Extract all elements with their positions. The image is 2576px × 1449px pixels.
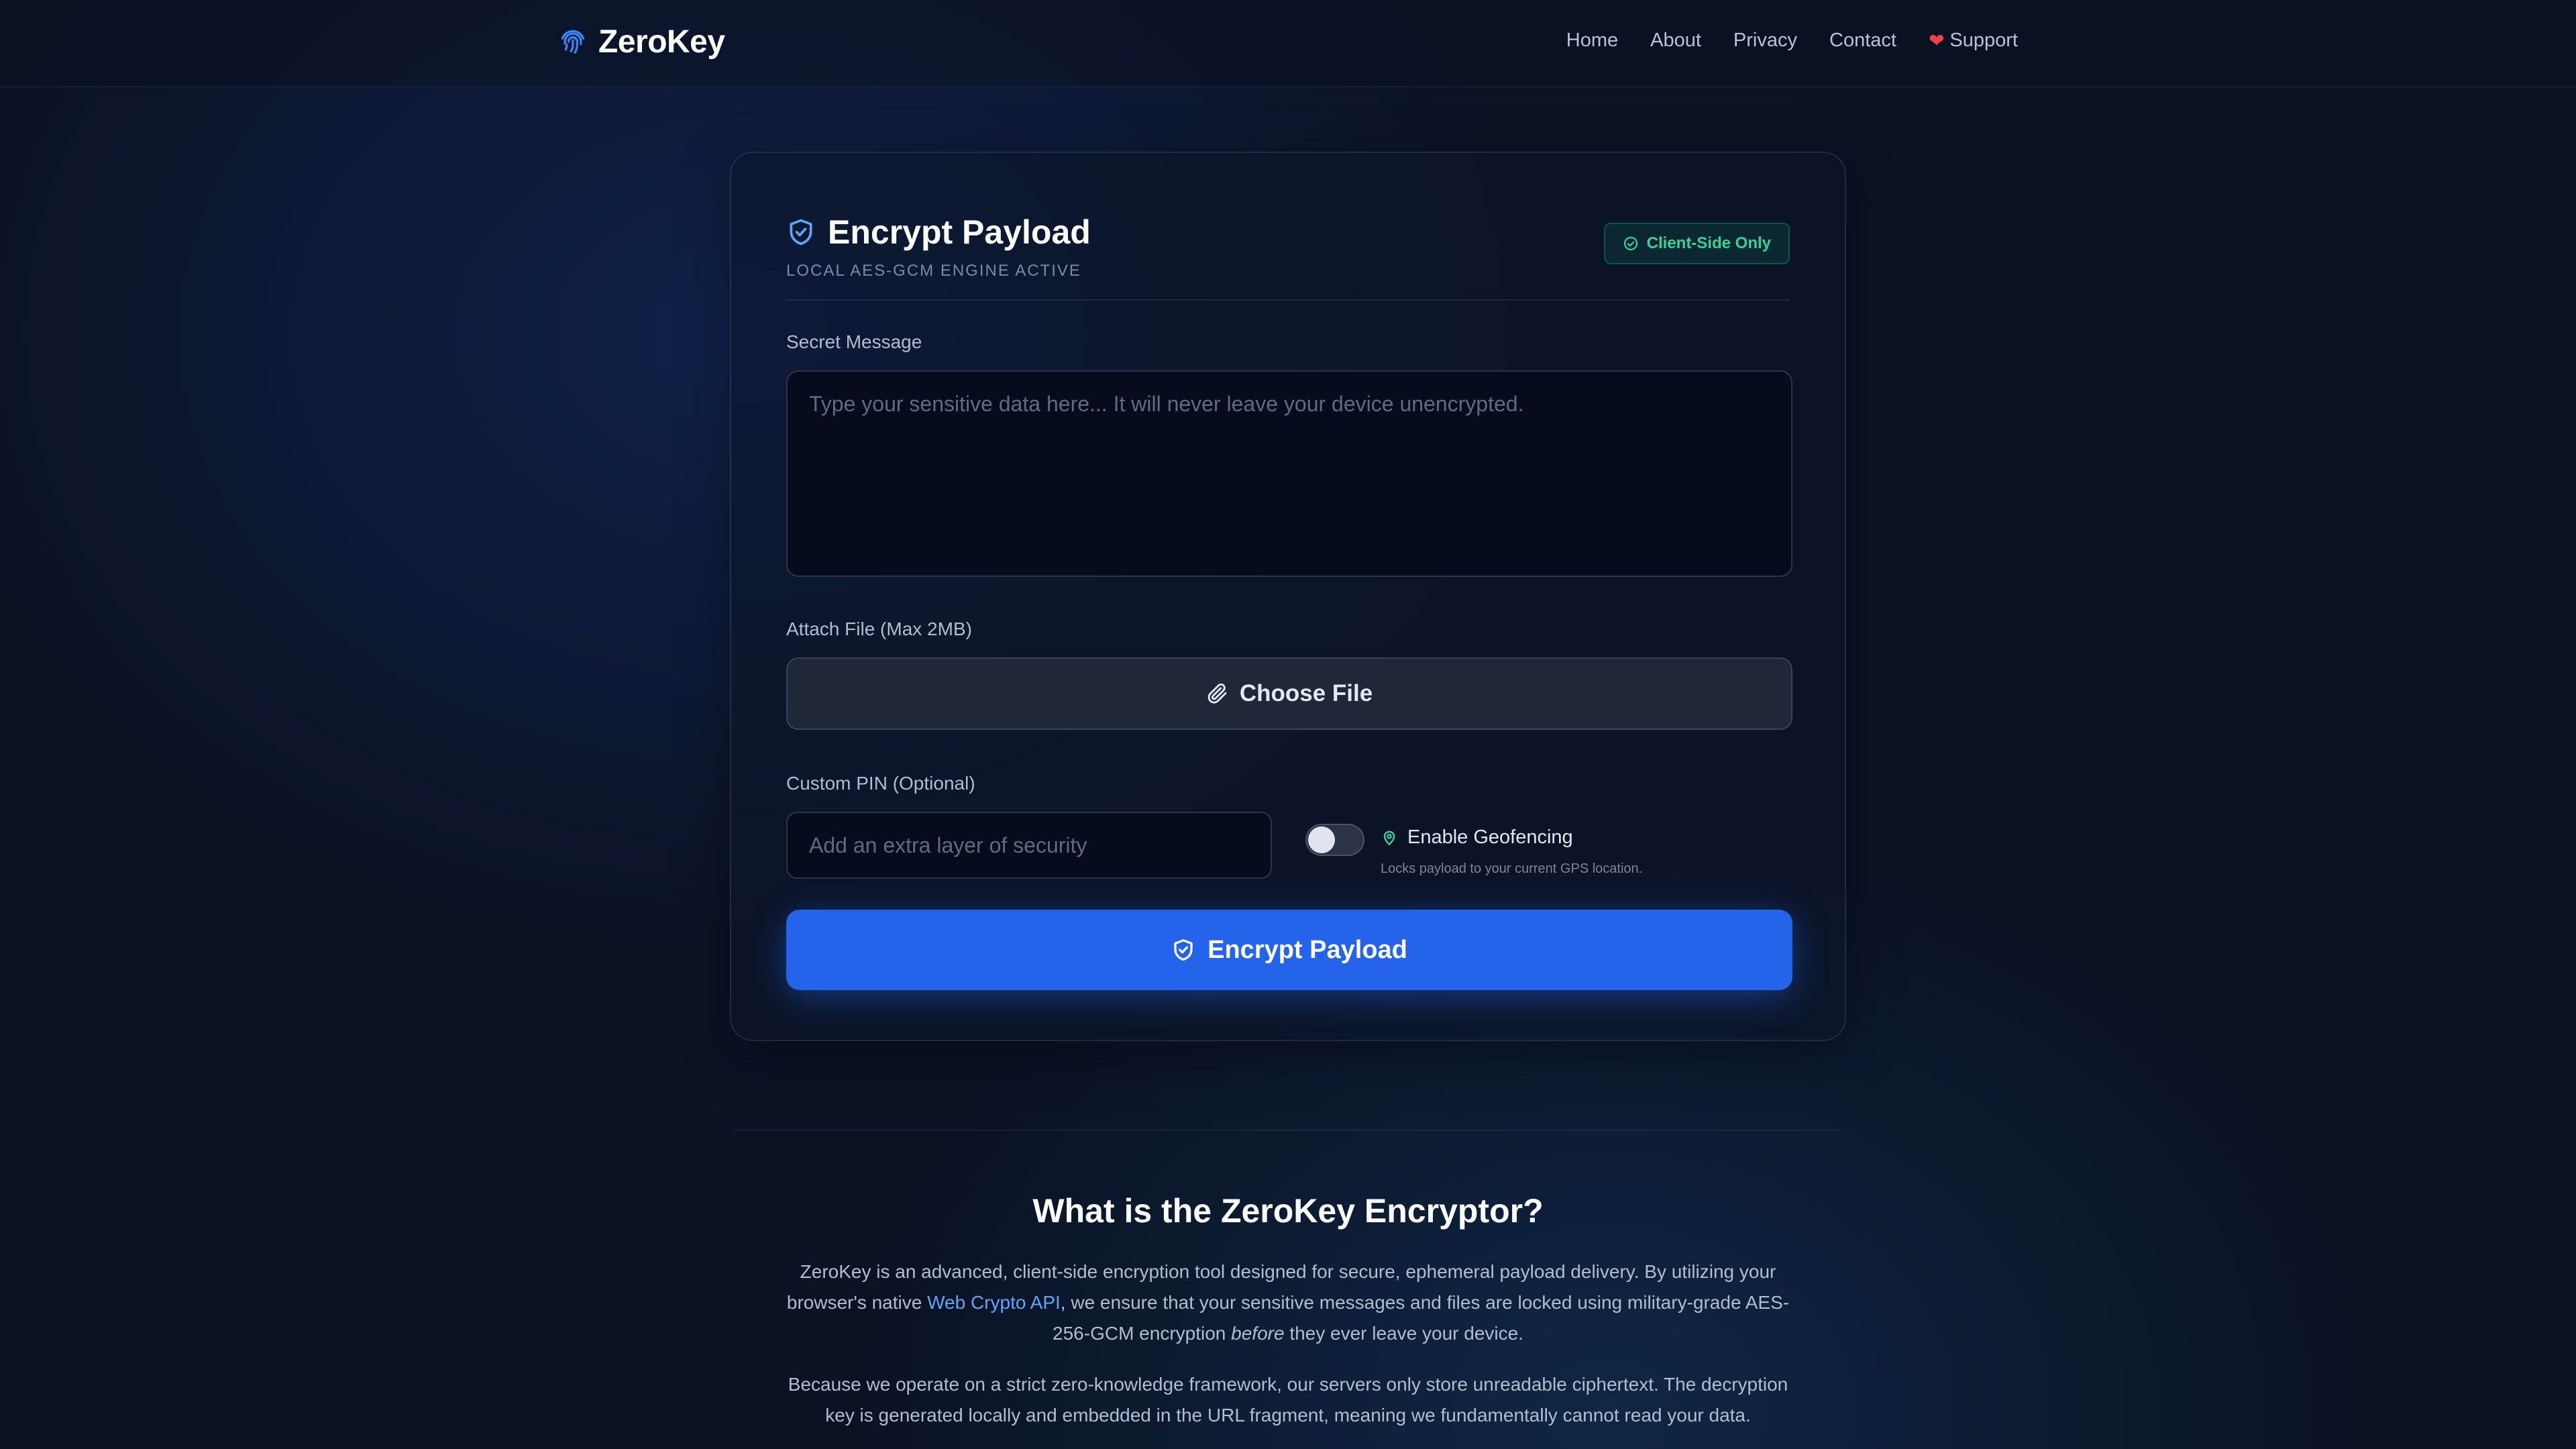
choose-file-button[interactable]: Choose File	[786, 657, 1792, 730]
nav-support-label: Support	[1949, 29, 2018, 51]
info-paragraph-1: ZeroKey is an advanced, client-side encr…	[778, 1256, 1798, 1349]
geofencing-hint: Locks payload to your current GPS locati…	[1381, 861, 1643, 876]
section-divider	[735, 1130, 1841, 1131]
info-p1-emphasis: before	[1231, 1323, 1285, 1344]
shield-check-icon	[1174, 939, 1193, 961]
info-paragraph-2: Because we operate on a strict zero-know…	[788, 1374, 1788, 1426]
encrypt-button-label: Encrypt Payload	[1208, 935, 1407, 964]
web-crypto-api-link[interactable]: Web Crypto API	[927, 1292, 1061, 1313]
pin-label: Custom PIN (Optional)	[786, 773, 975, 794]
card-header: Encrypt Payload LOCAL AES-GCM ENGINE ACT…	[786, 208, 1790, 288]
nav-home-link[interactable]: Home	[1566, 30, 1618, 52]
choose-file-label: Choose File	[1239, 680, 1373, 706]
info-title: What is the ZeroKey Encryptor?	[1032, 1192, 1544, 1230]
header-divider	[786, 299, 1790, 301]
toggle-knob	[1308, 826, 1335, 853]
paperclip-icon	[1208, 683, 1227, 704]
heart-icon: ❤	[1928, 30, 1945, 51]
geofencing-label-row: Enable Geofencing	[1381, 826, 1573, 849]
custom-pin-input[interactable]: Add an extra layer of security	[786, 812, 1272, 879]
geofencing-toggle[interactable]	[1305, 824, 1364, 856]
nav-privacy-link[interactable]: Privacy	[1733, 30, 1797, 52]
map-pin-icon	[1383, 830, 1395, 845]
card-title: Encrypt Payload	[828, 213, 1091, 251]
nav-about-link[interactable]: About	[1650, 30, 1701, 52]
brand-name: ZeroKey	[598, 23, 725, 60]
client-side-badge: Client-Side Only	[1603, 223, 1790, 264]
nav-contact-link[interactable]: Contact	[1829, 30, 1896, 52]
file-label: Attach File (Max 2MB)	[786, 619, 972, 639]
card-subtitle: LOCAL AES-GCM ENGINE ACTIVE	[786, 262, 1081, 280]
geofencing-label: Enable Geofencing	[1407, 826, 1573, 848]
top-navbar: ZeroKey Home About Privacy Contact ❤ Sup…	[0, 0, 2576, 87]
message-label: Secret Message	[786, 331, 922, 352]
nav-links: Home About Privacy Contact ❤ Support	[1566, 24, 2018, 56]
info-p1-text-c: they ever leave your device.	[1284, 1323, 1523, 1344]
secret-message-textarea[interactable]: Type your sensitive data here... It will…	[786, 370, 1792, 577]
encrypt-payload-button[interactable]: Encrypt Payload	[786, 910, 1792, 990]
badge-label: Client-Side Only	[1646, 234, 1771, 252]
encrypt-card: Encrypt Payload LOCAL AES-GCM ENGINE ACT…	[730, 152, 1846, 1041]
brand-logo[interactable]: ZeroKey	[558, 20, 725, 63]
fingerprint-icon	[561, 30, 585, 54]
nav-support-link[interactable]: ❤ Support	[1929, 30, 2018, 52]
shield-check-icon	[790, 219, 812, 246]
check-circle-icon	[1623, 236, 1638, 251]
